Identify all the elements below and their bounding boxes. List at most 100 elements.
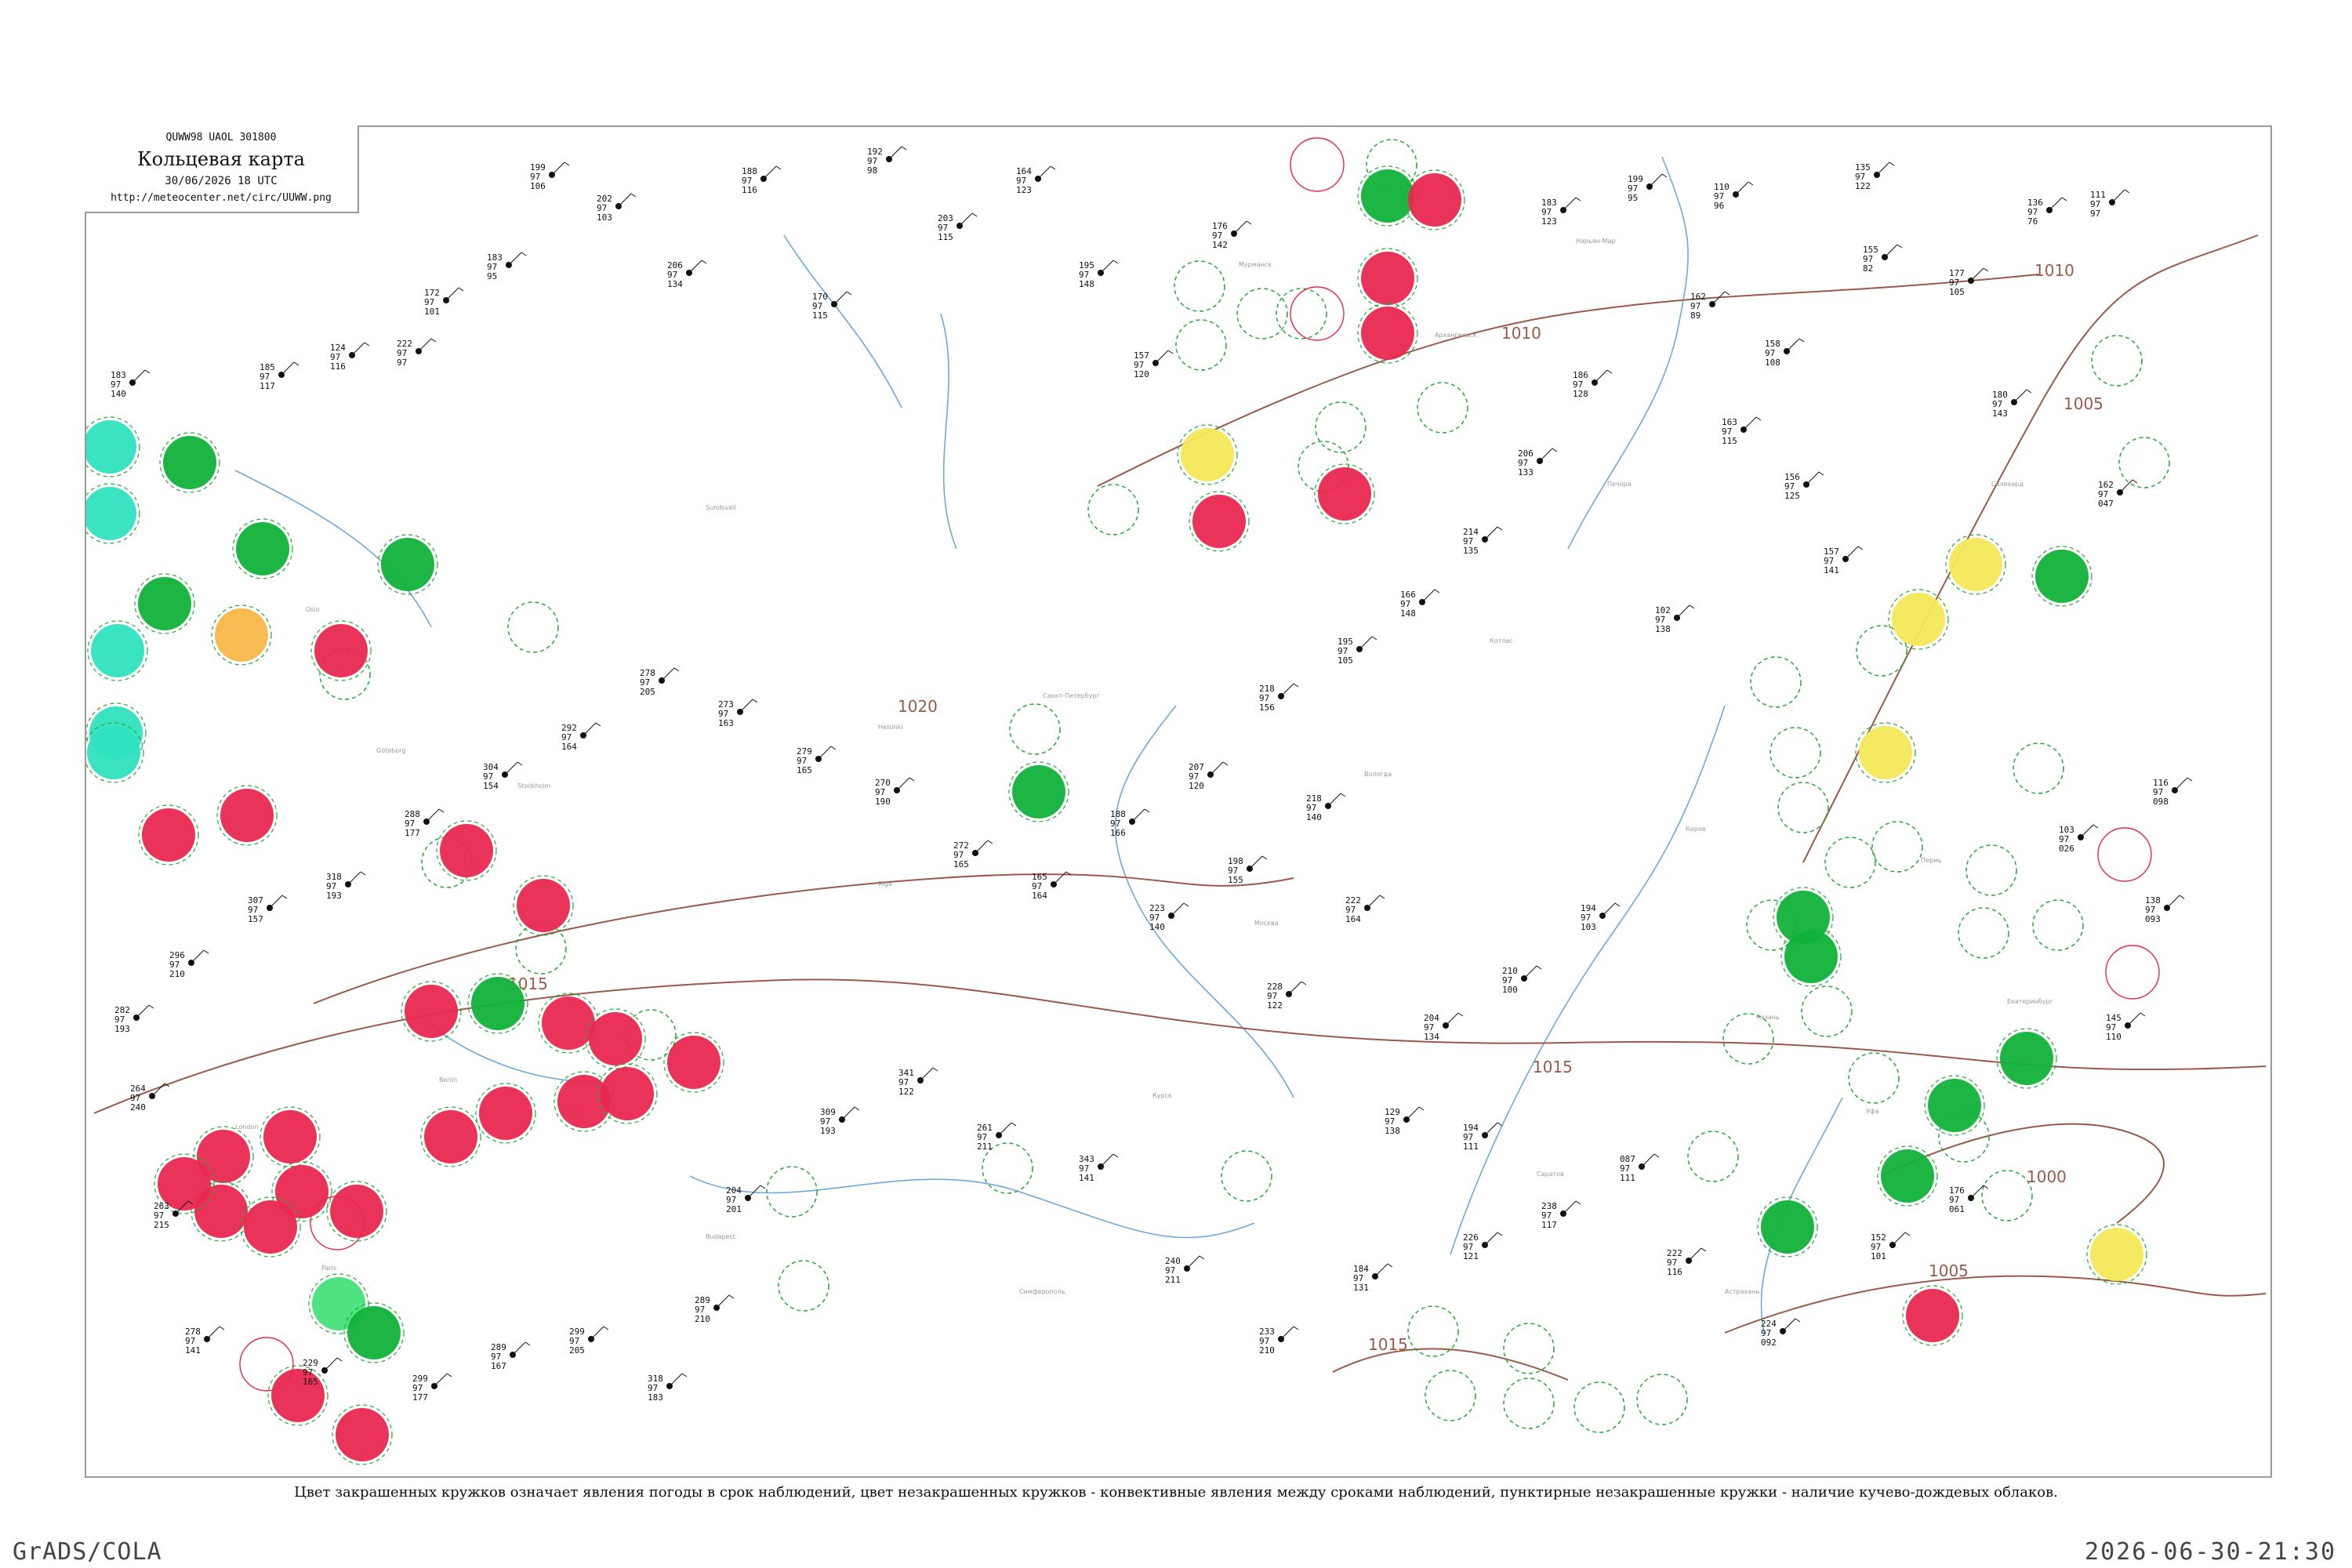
- river-line: [940, 313, 957, 550]
- station-plot[interactable]: 29997205: [569, 1326, 609, 1356]
- station-plot[interactable]: 20297103: [597, 193, 637, 223]
- station-plot[interactable]: 34197122: [898, 1067, 938, 1097]
- station-plot[interactable]: 20797120: [1189, 761, 1229, 791]
- station-plot[interactable]: 08797111: [1620, 1153, 1660, 1183]
- station-plot[interactable]: 21897156: [1259, 683, 1299, 713]
- station-plot[interactable]: 16597164: [1032, 871, 1072, 901]
- station-plot[interactable]: 20397115: [938, 212, 978, 242]
- station-plot[interactable]: 27097190: [875, 777, 915, 807]
- station-plot[interactable]: 22697121: [1463, 1232, 1503, 1261]
- station-plot[interactable]: 15297101: [1871, 1232, 1911, 1261]
- station-plot[interactable]: 12497116: [330, 342, 370, 372]
- station-plot[interactable]: 22297116: [1667, 1247, 1707, 1277]
- station-plot[interactable]: 14597110: [2106, 1012, 2146, 1042]
- station-plot[interactable]: 12997138: [1385, 1106, 1425, 1136]
- station-plot[interactable]: 17297101: [424, 287, 464, 317]
- station-plot[interactable]: 21097100: [1502, 965, 1542, 995]
- station-plot[interactable]: 16397115: [1722, 416, 1762, 446]
- station-plot[interactable]: 28997210: [695, 1294, 735, 1324]
- wind-barb-icon: [2166, 895, 2180, 909]
- station-plot[interactable]: 30997193: [820, 1106, 860, 1136]
- station-plot[interactable]: 1369776: [2027, 197, 2067, 227]
- station-plot[interactable]: 18897166: [1110, 808, 1150, 838]
- station-dewpoint: 211: [1165, 1275, 1181, 1285]
- station-plot[interactable]: 1109796: [1714, 181, 1754, 211]
- station-plot[interactable]: 30797157: [248, 895, 288, 924]
- station-plot[interactable]: 19897155: [1228, 855, 1268, 885]
- station-plot[interactable]: 17697142: [1212, 220, 1252, 250]
- station-plot[interactable]: 18397123: [1541, 197, 1581, 227]
- station-dewpoint: 205: [640, 687, 655, 697]
- station-plot[interactable]: 31897193: [326, 871, 366, 901]
- station-plot[interactable]: 22997165: [303, 1357, 343, 1387]
- station-plot[interactable]: 10397026: [2059, 824, 2099, 854]
- station-plot[interactable]: 22297164: [1345, 895, 1385, 924]
- station-plot[interactable]: 16697148: [1400, 589, 1440, 619]
- station-plot[interactable]: 27397163: [718, 699, 758, 728]
- station-plot[interactable]: 26197211: [977, 1122, 1017, 1152]
- map-canvas[interactable]: 102010151015101510101010100510051000 Ber…: [86, 127, 2270, 1476]
- station-plot[interactable]: 13897093: [2145, 895, 2185, 924]
- wind-barb-icon: [818, 746, 832, 760]
- station-plot[interactable]: 1929798: [867, 146, 907, 176]
- station-plot[interactable]: 15897108: [1765, 338, 1805, 368]
- station-plot[interactable]: 28297193: [114, 1004, 154, 1034]
- station-plot[interactable]: 26497240: [130, 1083, 170, 1112]
- station-plot[interactable]: 1559782: [1863, 244, 1903, 274]
- station-plot[interactable]: 15797141: [1824, 546, 1864, 575]
- station-plot[interactable]: 31897183: [648, 1373, 688, 1403]
- station-plot[interactable]: 22497092: [1761, 1318, 1801, 1348]
- station-plot[interactable]: 21497135: [1463, 526, 1503, 556]
- station-plot[interactable]: 11697098: [2153, 777, 2193, 807]
- city-label: Котлас: [1490, 637, 1513, 644]
- station-plot[interactable]: 10297138: [1655, 604, 1695, 634]
- station-dewpoint: 165: [797, 765, 812, 775]
- station-plot[interactable]: 22397140: [1149, 902, 1189, 932]
- station-plot[interactable]: 1999795: [1628, 173, 1668, 203]
- station-plot[interactable]: 18097143: [1992, 389, 2032, 419]
- station-plot[interactable]: 19497103: [1581, 902, 1621, 932]
- station-plot[interactable]: 16497123: [1016, 165, 1056, 195]
- station-plot[interactable]: 17797105: [1949, 267, 1989, 297]
- city-label: Вологда: [1364, 771, 1392, 778]
- station-plot[interactable]: 17097115: [812, 291, 852, 321]
- station-plot[interactable]: 23897117: [1541, 1200, 1581, 1230]
- station-plot[interactable]: 20497134: [1424, 1012, 1464, 1042]
- station-plot[interactable]: 1839795: [487, 252, 527, 281]
- station-plot[interactable]: 22897122: [1267, 981, 1307, 1011]
- station-plot[interactable]: 27897205: [640, 667, 680, 697]
- station-plot[interactable]: 18597117: [260, 361, 299, 391]
- station-plot[interactable]: 28997167: [491, 1341, 531, 1371]
- station-plot[interactable]: 20497201: [726, 1185, 766, 1214]
- station-plot[interactable]: 20697133: [1518, 448, 1558, 477]
- station-plot[interactable]: 2229797: [397, 338, 437, 368]
- station-plot[interactable]: 24097211: [1165, 1255, 1205, 1285]
- station-plot[interactable]: 20697134: [667, 260, 707, 289]
- station-plot[interactable]: 30497154: [483, 761, 523, 791]
- station-plot[interactable]: 21897140: [1306, 793, 1346, 822]
- station-plot[interactable]: 19997106: [530, 162, 570, 191]
- station-plot[interactable]: 29997177: [412, 1373, 452, 1403]
- station-plot[interactable]: 13597122: [1855, 162, 1895, 191]
- station-plot[interactable]: 18697128: [1573, 369, 1613, 399]
- wind-barb-icon: [1288, 981, 1302, 995]
- station-plot[interactable]: 1629789: [1690, 291, 1730, 321]
- station-plot[interactable]: 29297164: [561, 722, 601, 752]
- station-plot[interactable]: 18497131: [1353, 1263, 1393, 1293]
- station-plot[interactable]: 18897116: [742, 165, 782, 195]
- station-plot[interactable]: 23397210: [1259, 1326, 1299, 1356]
- station-plot[interactable]: 27997165: [797, 746, 837, 775]
- station-plot[interactable]: 28897177: [405, 808, 445, 838]
- station-plot[interactable]: 34397141: [1079, 1153, 1119, 1183]
- station-dewpoint: 210: [169, 969, 185, 979]
- station-plot[interactable]: 19597105: [1338, 636, 1377, 666]
- station-plot[interactable]: 18397140: [111, 369, 151, 399]
- station-plot[interactable]: 19597148: [1079, 260, 1119, 289]
- station-dewpoint: 103: [597, 212, 612, 223]
- station-plot[interactable]: 1119797: [2090, 189, 2130, 219]
- station-plot[interactable]: 29697210: [169, 949, 209, 979]
- station-plot[interactable]: 27297165: [953, 840, 993, 869]
- station-plot[interactable]: 15797120: [1134, 350, 1174, 379]
- station-plot[interactable]: 15697125: [1784, 471, 1824, 501]
- station-plot[interactable]: 27897141: [185, 1326, 225, 1356]
